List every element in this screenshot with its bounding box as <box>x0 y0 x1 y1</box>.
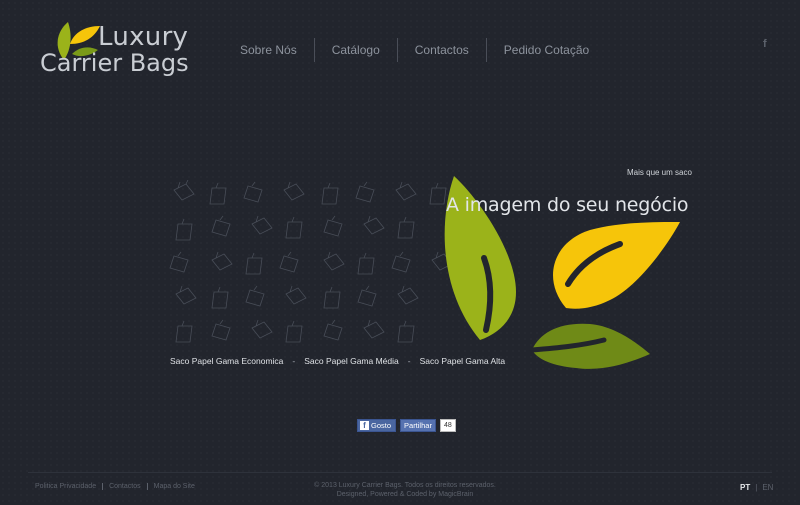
nav-item-contactos[interactable]: Contactos <box>396 38 486 62</box>
facebook-share-button[interactable]: Partilhar <box>400 419 436 432</box>
logo-text-luxury: Luxury <box>98 22 189 52</box>
footer-divider <box>28 472 772 473</box>
lang-en[interactable]: EN <box>762 483 773 492</box>
nav-item-sobre-nos[interactable]: Sobre Nós <box>223 38 314 62</box>
footer-links: Politica Privacidade Contactos Mapa do S… <box>35 483 201 490</box>
footer-link-mapa[interactable]: Mapa do Site <box>146 483 201 490</box>
like-label: Gosto <box>371 421 392 430</box>
logo-text-carrier-bags: Carrier Bags <box>40 49 189 77</box>
footer-copyright: © 2013 Luxury Carrier Bags. Todos os dir… <box>300 481 510 499</box>
lang-pt[interactable]: PT <box>740 483 750 492</box>
lang-separator: | <box>755 483 758 492</box>
share-count: 48 <box>439 419 456 432</box>
facebook-icon[interactable]: f <box>763 38 767 50</box>
language-switcher: PT | EN <box>740 483 773 492</box>
footer-link-contactos[interactable]: Contactos <box>102 483 147 490</box>
social-buttons: f Gosto Partilhar 48 <box>357 419 456 432</box>
range-separator: - <box>407 356 411 366</box>
tagline-headline: A imagem do seu negócio <box>446 194 689 216</box>
copyright-text: © 2013 Luxury Carrier Bags. Todos os dir… <box>314 482 496 489</box>
range-link-media[interactable]: Saco Papel Gama Média <box>304 356 399 366</box>
bag-sketch-pattern <box>169 180 453 343</box>
range-link-alta[interactable]: Saco Papel Gama Alta <box>420 356 506 366</box>
range-link-economica[interactable]: Saco Papel Gama Economica <box>170 356 283 366</box>
product-ranges: Saco Papel Gama Economica - Saco Papel G… <box>170 356 505 366</box>
nav-item-pedido-cotacao[interactable]: Pedido Cotação <box>485 38 606 62</box>
main-nav: Sobre Nós Catálogo Contactos Pedido Cota… <box>223 38 606 62</box>
logo[interactable]: Luxury Carrier Bags <box>40 16 210 77</box>
credits-text[interactable]: Designed, Powered & Coded by MagicBrain <box>300 490 510 499</box>
facebook-icon: f <box>360 421 369 430</box>
nav-item-catalogo[interactable]: Catálogo <box>313 38 397 62</box>
range-separator: - <box>292 356 296 366</box>
facebook-like-button[interactable]: f Gosto <box>357 419 397 432</box>
footer-link-privacidade[interactable]: Politica Privacidade <box>35 483 102 490</box>
